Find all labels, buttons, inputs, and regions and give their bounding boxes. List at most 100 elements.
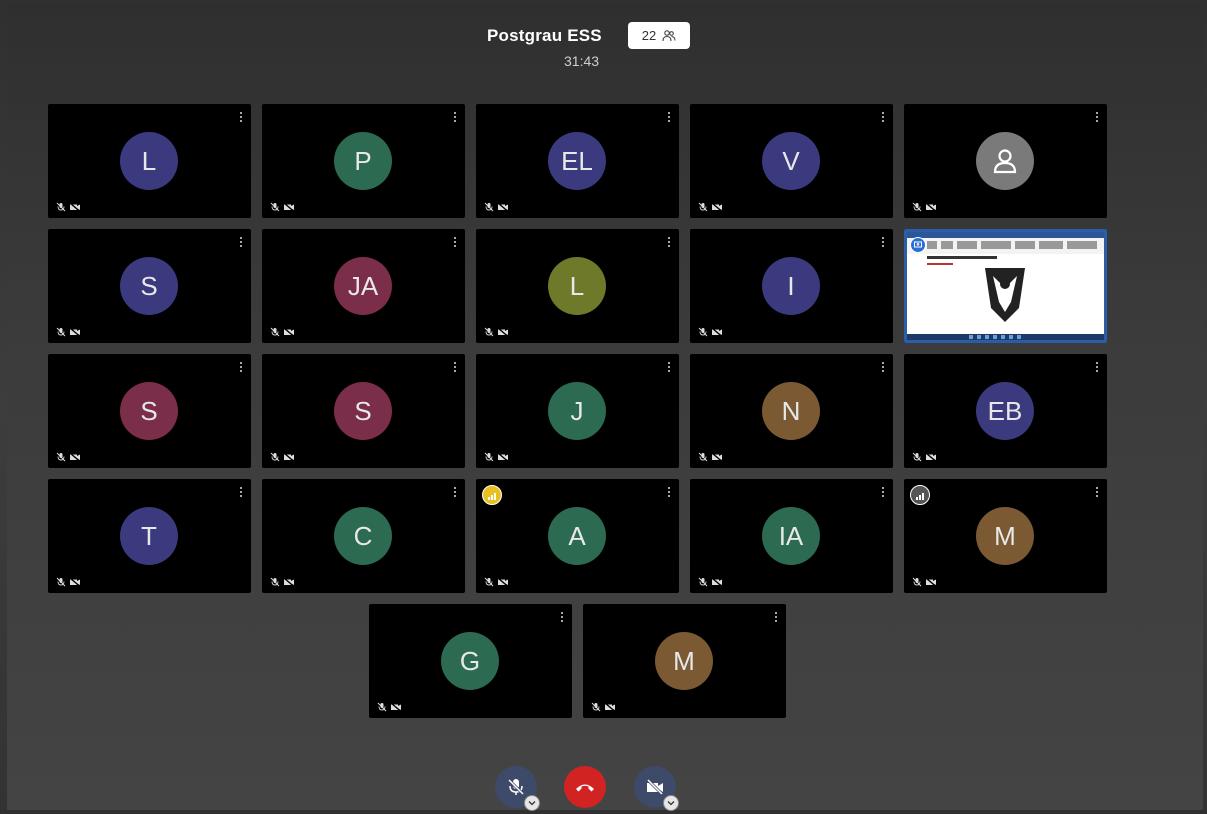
participant-tile[interactable]: C (262, 479, 465, 593)
participant-tile[interactable] (904, 229, 1107, 343)
participant-tile[interactable]: T (48, 479, 251, 593)
camera-off-icon (925, 202, 937, 212)
more-options-icon[interactable] (1095, 361, 1099, 375)
participant-tile[interactable]: V (690, 104, 893, 218)
avatar-initials: S (140, 270, 158, 301)
more-options-icon[interactable] (881, 236, 885, 250)
mic-options-caret[interactable] (524, 795, 540, 811)
participant-tile[interactable]: P (262, 104, 465, 218)
camera-off-icon (497, 452, 509, 462)
camera-toggle-button[interactable] (634, 766, 679, 811)
participant-tile[interactable]: S (262, 354, 465, 468)
mic-muted-icon (484, 327, 494, 337)
more-options-icon[interactable] (453, 361, 457, 375)
more-options-icon[interactable] (881, 486, 885, 500)
avatar: M (976, 507, 1034, 565)
participant-grid: L P EL V S JA L I S S J N EB T C A IA M … (7, 4, 1203, 810)
more-options-icon[interactable] (667, 361, 671, 375)
participant-tile[interactable]: S (48, 354, 251, 468)
more-options-icon[interactable] (239, 361, 243, 375)
participant-tile[interactable]: EL (476, 104, 679, 218)
more-options-icon[interactable] (667, 236, 671, 250)
camera-off-icon (925, 452, 937, 462)
more-options-icon[interactable] (774, 611, 778, 625)
participant-tile[interactable]: EB (904, 354, 1107, 468)
hangup-button[interactable] (564, 766, 606, 808)
avatar (976, 132, 1034, 190)
participant-status (270, 327, 295, 337)
mic-muted-icon (507, 778, 525, 796)
participant-tile[interactable]: G (369, 604, 572, 718)
participant-status (912, 577, 937, 587)
more-options-icon[interactable] (239, 111, 243, 125)
participant-tile[interactable]: N (690, 354, 893, 468)
camera-off-icon (604, 702, 616, 712)
more-options-icon[interactable] (1095, 111, 1099, 125)
avatar: G (441, 632, 499, 690)
camera-options-caret[interactable] (663, 795, 679, 811)
more-options-icon[interactable] (453, 486, 457, 500)
more-options-icon[interactable] (881, 361, 885, 375)
mic-muted-icon (270, 202, 280, 212)
more-options-icon[interactable] (239, 236, 243, 250)
mic-muted-icon (591, 702, 601, 712)
avatar-initials: S (140, 395, 158, 426)
more-options-icon[interactable] (453, 111, 457, 125)
avatar-initials: C (353, 520, 373, 551)
screen-share-preview (904, 229, 1107, 343)
camera-off-icon (711, 327, 723, 337)
chevron-down-icon (528, 801, 536, 806)
participant-tile[interactable]: M (904, 479, 1107, 593)
participant-status (698, 327, 723, 337)
participant-tile[interactable]: I (690, 229, 893, 343)
participant-status (698, 202, 723, 212)
avatar: S (334, 382, 392, 440)
camera-off-icon (69, 452, 81, 462)
avatar: EB (976, 382, 1034, 440)
more-options-icon[interactable] (667, 486, 671, 500)
mic-muted-icon (270, 327, 280, 337)
more-options-icon[interactable] (667, 111, 671, 125)
avatar: N (762, 382, 820, 440)
participant-status (484, 577, 509, 587)
more-options-icon[interactable] (1095, 486, 1099, 500)
participant-status (270, 577, 295, 587)
avatar: S (120, 257, 178, 315)
more-options-icon[interactable] (453, 236, 457, 250)
more-options-icon[interactable] (560, 611, 564, 625)
participant-tile[interactable]: M (583, 604, 786, 718)
participant-tile[interactable]: J (476, 354, 679, 468)
avatar-initials: EB (987, 395, 1023, 426)
camera-off-icon (711, 202, 723, 212)
participant-tile[interactable] (904, 104, 1107, 218)
avatar: J (548, 382, 606, 440)
more-options-icon[interactable] (881, 111, 885, 125)
camera-off-icon (925, 577, 937, 587)
avatar-initials: T (141, 520, 157, 551)
more-options-icon[interactable] (239, 486, 243, 500)
camera-off-icon (711, 577, 723, 587)
participant-tile[interactable]: S (48, 229, 251, 343)
mic-muted-icon (484, 202, 494, 212)
mic-muted-icon (484, 452, 494, 462)
avatar: EL (548, 132, 606, 190)
participant-tile[interactable]: L (48, 104, 251, 218)
avatar: V (762, 132, 820, 190)
participant-tile[interactable]: A (476, 479, 679, 593)
avatar-initials: S (354, 395, 372, 426)
camera-off-icon (390, 702, 402, 712)
participant-tile[interactable]: IA (690, 479, 893, 593)
avatar-initials: A (568, 520, 586, 551)
mic-toggle-button[interactable] (495, 766, 540, 811)
participant-tile[interactable]: L (476, 229, 679, 343)
participant-status (56, 452, 81, 462)
avatar-initials: IA (778, 520, 804, 551)
call-controls (7, 764, 1203, 814)
camera-off-icon (283, 327, 295, 337)
avatar-initials: L (141, 145, 157, 176)
mic-muted-icon (377, 702, 387, 712)
camera-off-icon (69, 327, 81, 337)
participant-status (912, 452, 937, 462)
participant-tile[interactable]: JA (262, 229, 465, 343)
avatar-initials: N (781, 395, 801, 426)
